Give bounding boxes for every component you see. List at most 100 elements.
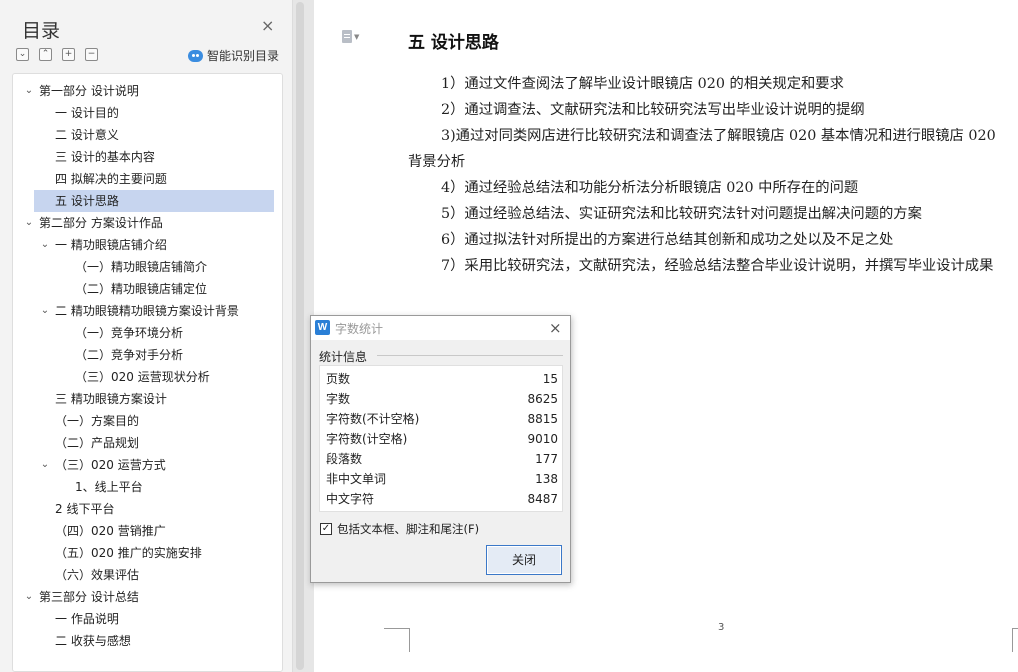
toc-item-label: 一 作品说明 [55, 612, 119, 626]
toc-item-label: （一）竞争环境分析 [75, 326, 184, 340]
group-divider [377, 355, 563, 356]
dialog-title: 字数统计 [335, 322, 384, 336]
toc-item[interactable]: 二 设计意义 [13, 124, 282, 146]
expand-all-icon[interactable]: ⌄ [16, 48, 29, 61]
toc-item[interactable]: 五 设计思路 [34, 190, 274, 212]
toc-item[interactable]: 一 作品说明 [13, 608, 282, 630]
stat-value: 9010 [527, 432, 558, 446]
chevron-down-icon[interactable]: ⌄ [39, 300, 51, 322]
paragraph-menu-button[interactable]: ▼ [342, 30, 359, 43]
toc-item[interactable]: 一 设计目的 [13, 102, 282, 124]
page-corner-mark [1012, 628, 1018, 652]
chevron-down-icon[interactable]: ⌄ [23, 212, 35, 234]
stats-panel: 页数 15 字数 8625 字符数(不计空格) 8815 字符数(计空格) 9010 段… [319, 365, 563, 512]
toc-item[interactable]: （四）020 营销推广 [13, 520, 282, 542]
toc-item[interactable]: （二）产品规划 [13, 432, 282, 454]
toc-item[interactable]: （一）竞争环境分析 [13, 322, 282, 344]
toc-item-label: （二）竞争对手分析 [75, 348, 184, 362]
dialog-titlebar[interactable]: W 字数统计 × [311, 316, 570, 340]
toc-item-label: （二）精功眼镜店铺定位 [75, 282, 208, 296]
scrollbar-thumb[interactable] [296, 2, 304, 670]
stat-value: 138 [535, 472, 558, 486]
toc-item[interactable]: ⌄ 第三部分 设计总结 [13, 586, 282, 608]
close-button[interactable]: 关闭 [486, 545, 562, 575]
paragraph: 4）通过经验总结法和功能分析法分析眼镜店 020 中所存在的问题 [441, 180, 859, 196]
stat-label: 段落数 [326, 452, 363, 466]
stat-label: 字数 [326, 392, 351, 406]
close-icon[interactable]: × [549, 319, 562, 337]
toc-item[interactable]: （二）精功眼镜店铺定位 [13, 278, 282, 300]
toc-item-label: 一 设计目的 [55, 106, 119, 120]
stat-row: 段落数 177 [326, 449, 558, 469]
stat-label: 页数 [326, 372, 351, 386]
chevron-down-icon: ▼ [354, 32, 360, 41]
toc-item[interactable]: （二）竞争对手分析 [13, 344, 282, 366]
toc-item[interactable]: 2 线下平台 [13, 498, 282, 520]
smart-toc-button[interactable]: 智能识别目录 [188, 47, 279, 64]
page-number: 3 [718, 622, 725, 633]
stat-label: 非中文单词 [326, 472, 387, 486]
paragraph: 1）通过文件查阅法了解毕业设计眼镜店 020 的相关规定和要求 [441, 76, 844, 92]
toc-item[interactable]: （一）精功眼镜店铺简介 [13, 256, 282, 278]
toc-item[interactable]: 三 精功眼镜方案设计 [13, 388, 282, 410]
smart-robot-icon [188, 49, 203, 62]
stat-row: 非中文单词 138 [326, 469, 558, 489]
stats-group-label: 统计信息 [319, 350, 368, 364]
toc-item[interactable]: ⌄ （三）020 运营方式 [13, 454, 282, 476]
chevron-down-icon[interactable]: ⌄ [39, 454, 51, 476]
stat-value: 177 [535, 452, 558, 466]
toc-tree: ⌄ 第一部分 设计说明一 设计目的二 设计意义三 设计的基本内容四 拟解决的主要问… [12, 73, 283, 672]
stat-row: 页数 15 [326, 369, 558, 389]
chevron-down-icon[interactable]: ⌄ [39, 234, 51, 256]
toc-item[interactable]: （六）效果评估 [13, 564, 282, 586]
add-heading-icon[interactable]: + [62, 48, 75, 61]
stat-row: 字数 8625 [326, 389, 558, 409]
toc-item-label: （三）020 运营方式 [55, 458, 166, 472]
stat-value: 8815 [527, 412, 558, 426]
toc-item-label: （一）方案目的 [55, 414, 140, 428]
checkbox-check-icon[interactable]: ✓ [320, 523, 332, 535]
toc-item-label: （五）020 推广的实施安排 [55, 546, 202, 560]
toc-item-label: （三）020 运营现状分析 [75, 370, 210, 384]
paragraph: 7）采用比较研究法，文献研究法，经验总结法整合毕业设计说明，并撰写毕业设计成果 [441, 258, 994, 274]
toc-item[interactable]: ⌄ 第二部分 方案设计作品 [13, 212, 282, 234]
toc-item[interactable]: （一）方案目的 [13, 410, 282, 432]
stat-row: 字符数(计空格) 9010 [326, 429, 558, 449]
toc-toolbar: ⌄ ⌃ + − [16, 48, 98, 61]
close-icon[interactable]: × [261, 18, 274, 34]
toc-item-label: 第三部分 设计总结 [39, 590, 139, 604]
collapse-all-icon[interactable]: ⌃ [39, 48, 52, 61]
paragraph: 3)通过对同类网店进行比较研究法和调查法了解眼镜店 020 基本情况和进行眼镜店… [408, 128, 996, 170]
toc-item[interactable]: （五）020 推广的实施安排 [13, 542, 282, 564]
toc-item[interactable]: （三）020 运营现状分析 [13, 366, 282, 388]
stat-value: 15 [542, 372, 558, 386]
remove-heading-icon[interactable]: − [85, 48, 98, 61]
toc-item[interactable]: 二 收获与感想 [13, 630, 282, 652]
paragraph: 6）通过拟法针对所提出的方案进行总结其创新和成功之处以及不足之处 [441, 232, 894, 248]
chevron-down-icon[interactable]: ⌄ [23, 586, 35, 608]
stat-value: 8487 [527, 492, 558, 506]
toc-item-label: （六）效果评估 [55, 568, 140, 582]
toc-item-label: 四 拟解决的主要问题 [55, 172, 167, 186]
toc-item-label: 二 精功眼镜精功眼镜方案设计背景 [55, 304, 239, 318]
toc-item[interactable]: ⌄ 二 精功眼镜精功眼镜方案设计背景 [13, 300, 282, 322]
toc-item-label: （二）产品规划 [55, 436, 140, 450]
include-textbox-checkbox[interactable]: ✓ 包括文本框、脚注和尾注(F) [320, 521, 479, 537]
stat-row: 中文字符 8487 [326, 489, 558, 509]
chevron-down-icon[interactable]: ⌄ [23, 80, 35, 102]
toc-item-label: （一）精功眼镜店铺简介 [75, 260, 208, 274]
wps-logo-icon: W [315, 320, 330, 335]
toc-item-label: 2 线下平台 [55, 502, 115, 516]
toc-item-label: 1、线上平台 [75, 480, 143, 494]
toc-item-label: 第二部分 方案设计作品 [39, 216, 163, 230]
toc-item[interactable]: 1、线上平台 [13, 476, 282, 498]
toc-item[interactable]: ⌄ 一 精功眼镜店铺介绍 [13, 234, 282, 256]
toc-item-label: 二 收获与感想 [55, 634, 131, 648]
toc-item[interactable]: ⌄ 第一部分 设计说明 [13, 80, 282, 102]
toc-item[interactable]: 三 设计的基本内容 [13, 146, 282, 168]
toc-item-label: 一 精功眼镜店铺介绍 [55, 238, 167, 252]
document-icon [342, 30, 352, 43]
toc-item-label: 三 设计的基本内容 [55, 150, 155, 164]
toc-item[interactable]: 四 拟解决的主要问题 [13, 168, 282, 190]
sidebar-title: 目录 [22, 20, 61, 42]
